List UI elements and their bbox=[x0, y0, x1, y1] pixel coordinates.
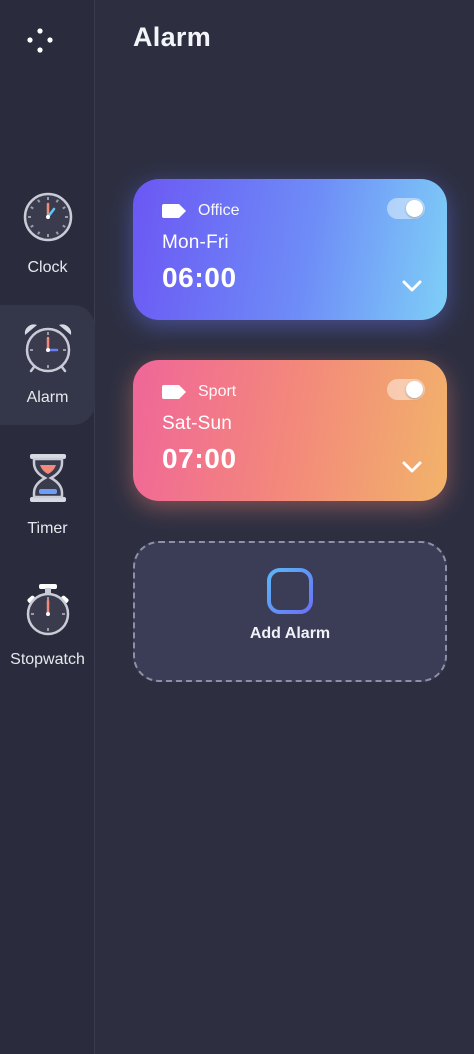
chevron-down-icon[interactable] bbox=[401, 460, 423, 474]
alarm-card-office[interactable]: Office Mon-Fri 06:00 bbox=[133, 179, 447, 320]
add-alarm-button[interactable]: Add Alarm bbox=[133, 541, 447, 682]
tag-icon bbox=[162, 385, 186, 399]
toggle-knob bbox=[406, 200, 423, 217]
alarm-card-sport[interactable]: Sport Sat-Sun 07:00 bbox=[133, 360, 447, 501]
hourglass-icon bbox=[29, 454, 66, 502]
alarm-days: Sat-Sun bbox=[162, 413, 233, 434]
alarm-toggle[interactable] bbox=[387, 198, 425, 219]
sidebar: Clock Alarm Timer Stopwatch bbox=[0, 0, 95, 1054]
alarm-toggle[interactable] bbox=[387, 379, 425, 400]
alarm-time: 07:00 bbox=[162, 443, 237, 474]
alarm-clock-icon bbox=[24, 324, 71, 373]
alarm-tag: Office bbox=[162, 199, 423, 223]
sidebar-item-label: Timer bbox=[27, 520, 68, 537]
tag-icon bbox=[162, 204, 186, 218]
toggle-knob bbox=[406, 381, 423, 398]
sidebar-item-clock[interactable]: Clock bbox=[0, 175, 95, 295]
add-alarm-label: Add Alarm bbox=[249, 625, 331, 642]
plus-icon bbox=[267, 568, 313, 614]
sidebar-item-label: Stopwatch bbox=[10, 651, 85, 668]
sidebar-item-alarm[interactable]: Alarm bbox=[0, 305, 95, 425]
menu-dots-icon[interactable] bbox=[25, 26, 55, 56]
alarm-time: 06:00 bbox=[162, 262, 237, 293]
sidebar-item-label: Alarm bbox=[26, 389, 69, 406]
sidebar-item-stopwatch[interactable]: Stopwatch bbox=[0, 567, 95, 687]
alarm-tag-label: Sport bbox=[198, 383, 237, 400]
app-window: Clock Alarm Timer Stopwatch Alarm Office… bbox=[0, 0, 474, 1054]
alarm-tag: Sport bbox=[162, 380, 423, 404]
alarm-tag-label: Office bbox=[198, 202, 240, 219]
sidebar-item-timer[interactable]: Timer bbox=[0, 436, 95, 556]
alarm-days: Mon-Fri bbox=[162, 232, 229, 253]
sidebar-item-label: Clock bbox=[27, 259, 68, 276]
chevron-down-icon[interactable] bbox=[401, 279, 423, 293]
stopwatch-icon bbox=[26, 584, 69, 636]
clock-icon bbox=[23, 192, 72, 242]
page-title: Alarm bbox=[133, 22, 212, 52]
